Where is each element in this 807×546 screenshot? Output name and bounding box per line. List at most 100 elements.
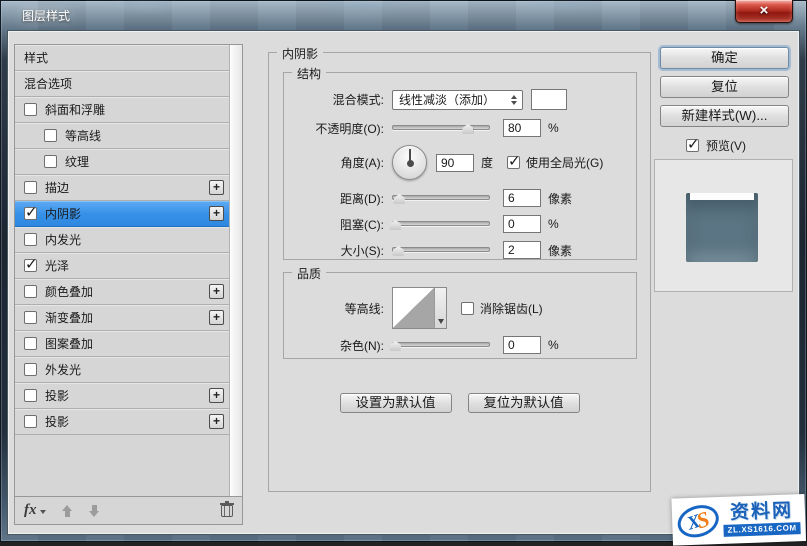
preview-toggle[interactable]: 预览(V)	[686, 135, 746, 154]
move-down-icon[interactable]	[88, 504, 100, 517]
contour-dropdown-arrow-icon[interactable]	[434, 288, 446, 328]
distance-slider[interactable]	[392, 191, 490, 205]
sidebar-item-contour[interactable]: 等高线	[15, 123, 229, 149]
distance-label: 距离(D):	[340, 191, 384, 206]
watermark-logo-icon: X S	[673, 500, 724, 543]
title-bar[interactable]: 图层样式 ×	[0, 0, 807, 30]
item-label: 图案叠加	[45, 337, 94, 351]
blend-mode-label: 混合模式:	[332, 93, 384, 107]
opacity-slider[interactable]	[392, 121, 490, 135]
texture-checkbox[interactable]	[44, 155, 57, 168]
noise-slider[interactable]	[389, 338, 490, 352]
sidebar-item-inner-glow[interactable]: 内发光	[15, 227, 229, 253]
item-label: 投影	[45, 389, 70, 403]
pattern-overlay-checkbox[interactable]	[24, 337, 37, 350]
add-gradient-overlay-button[interactable]	[209, 310, 224, 325]
reset-default-button[interactable]: 复位为默认值	[467, 393, 580, 413]
satin-checkbox[interactable]	[24, 255, 38, 273]
sidebar-item-color-overlay[interactable]: 颜色叠加	[15, 279, 229, 305]
new-style-button[interactable]: 新建样式(W)...	[660, 105, 789, 127]
inner-shadow-checkbox[interactable]	[24, 203, 38, 221]
preview-label: 预览(V)	[706, 139, 746, 153]
sidebar-scrollbar[interactable]	[229, 45, 242, 496]
choke-unit: %	[548, 217, 559, 231]
global-light-label: 使用全局光(G)	[526, 156, 604, 170]
sidebar-item-bevel-emboss[interactable]: 斜面和浮雕	[15, 97, 229, 123]
add-drop-shadow-1-button[interactable]	[209, 388, 224, 403]
sidebar-item-inner-shadow[interactable]: 内阴影	[15, 201, 229, 227]
antialias-toggle[interactable]: 消除锯齿(L)	[461, 300, 543, 317]
item-label: 内阴影	[45, 207, 82, 221]
dialog-title: 图层样式	[22, 9, 71, 23]
spinner-icon	[511, 95, 517, 105]
sidebar-item-gradient-overlay[interactable]: 渐变叠加	[15, 305, 229, 331]
angle-label: 角度(A):	[340, 156, 384, 170]
fx-menu-button[interactable]: fx	[24, 503, 46, 518]
add-drop-shadow-2-button[interactable]	[209, 414, 224, 429]
angle-unit: 度	[481, 156, 494, 170]
opacity-input[interactable]: 80	[503, 119, 541, 137]
noise-input[interactable]: 0	[503, 336, 541, 354]
sidebar-item-satin[interactable]: 光泽	[15, 253, 229, 279]
stroke-checkbox[interactable]	[24, 181, 37, 194]
antialias-checkbox[interactable]	[461, 301, 474, 315]
antialias-label: 消除锯齿(L)	[480, 301, 543, 316]
distance-input[interactable]: 6	[503, 189, 541, 207]
set-default-button[interactable]: 设置为默认值	[339, 393, 452, 413]
choke-label: 阻塞(C):	[340, 217, 384, 232]
use-global-light-toggle[interactable]: 使用全局光(G)	[507, 152, 604, 171]
sidebar-item-styles[interactable]: 样式	[15, 45, 229, 71]
sidebar-item-drop-shadow-1[interactable]: 投影	[15, 383, 229, 409]
sidebar-item-drop-shadow-2[interactable]: 投影	[15, 409, 229, 435]
gradient-overlay-checkbox[interactable]	[24, 311, 37, 324]
add-color-overlay-button[interactable]	[209, 284, 224, 299]
close-button[interactable]: ×	[735, 0, 793, 23]
item-label: 内发光	[45, 233, 82, 247]
item-label: 描边	[45, 181, 70, 195]
choke-input[interactable]: 0	[503, 215, 541, 233]
angle-input[interactable]: 90	[436, 153, 474, 172]
drop-shadow-2-checkbox[interactable]	[24, 415, 37, 428]
outer-glow-checkbox[interactable]	[24, 363, 37, 376]
item-label: 混合选项	[24, 77, 73, 91]
move-up-icon[interactable]	[61, 504, 73, 517]
sidebar-item-stroke[interactable]: 描边	[15, 175, 229, 201]
sidebar-item-pattern-overlay[interactable]: 图案叠加	[15, 331, 229, 357]
sidebar-item-texture[interactable]: 纹理	[15, 149, 229, 175]
contour-checkbox[interactable]	[44, 129, 57, 142]
drop-shadow-1-checkbox[interactable]	[24, 389, 37, 402]
style-list-sidebar: 样式 混合选项 斜面和浮雕 等高线 纹理 描边 内阴影 内发光 光泽 颜色叠加 …	[14, 44, 243, 525]
noise-label: 杂色(N):	[340, 338, 384, 353]
color-overlay-checkbox[interactable]	[24, 285, 37, 298]
item-label: 投影	[45, 415, 70, 429]
shadow-color-swatch[interactable]	[531, 89, 567, 110]
item-label: 光泽	[45, 259, 70, 273]
blend-mode-value: 线性减淡（添加）	[399, 93, 496, 107]
item-label: 样式	[24, 51, 49, 65]
global-light-checkbox[interactable]	[507, 152, 521, 170]
sidebar-item-outer-glow[interactable]: 外发光	[15, 357, 229, 383]
item-label: 外发光	[45, 363, 82, 377]
choke-slider[interactable]	[389, 217, 490, 231]
add-stroke-button[interactable]	[209, 180, 224, 195]
bevel-emboss-checkbox[interactable]	[24, 103, 37, 116]
ok-button[interactable]: 确定	[660, 47, 789, 69]
angle-dial[interactable]	[392, 145, 427, 180]
item-label: 等高线	[65, 129, 102, 143]
blend-mode-select[interactable]: 线性减淡（添加）	[392, 89, 523, 110]
watermark: X S 资料网 ZL.XS1616.COM	[671, 494, 806, 546]
preview-checkbox[interactable]	[686, 135, 700, 153]
contour-picker[interactable]	[392, 287, 447, 329]
layer-style-dialog: 图层样式 × 样式 混合选项 斜面和浮雕 等高线 纹理 描边 内阴影 内发光 光…	[0, 0, 807, 546]
structure-group-title: 结构	[292, 65, 327, 82]
reset-button[interactable]: 复位	[660, 76, 789, 98]
inner-glow-checkbox[interactable]	[24, 233, 37, 246]
sidebar-item-blending-options[interactable]: 混合选项	[15, 71, 229, 97]
add-inner-shadow-button[interactable]	[209, 206, 224, 221]
item-label: 斜面和浮雕	[45, 103, 106, 117]
item-label: 渐变叠加	[45, 311, 94, 325]
size-input[interactable]: 2	[503, 241, 541, 259]
watermark-site-url: ZL.XS1616.COM	[723, 522, 801, 537]
size-slider[interactable]	[392, 243, 490, 257]
delete-effect-icon[interactable]	[220, 500, 234, 517]
